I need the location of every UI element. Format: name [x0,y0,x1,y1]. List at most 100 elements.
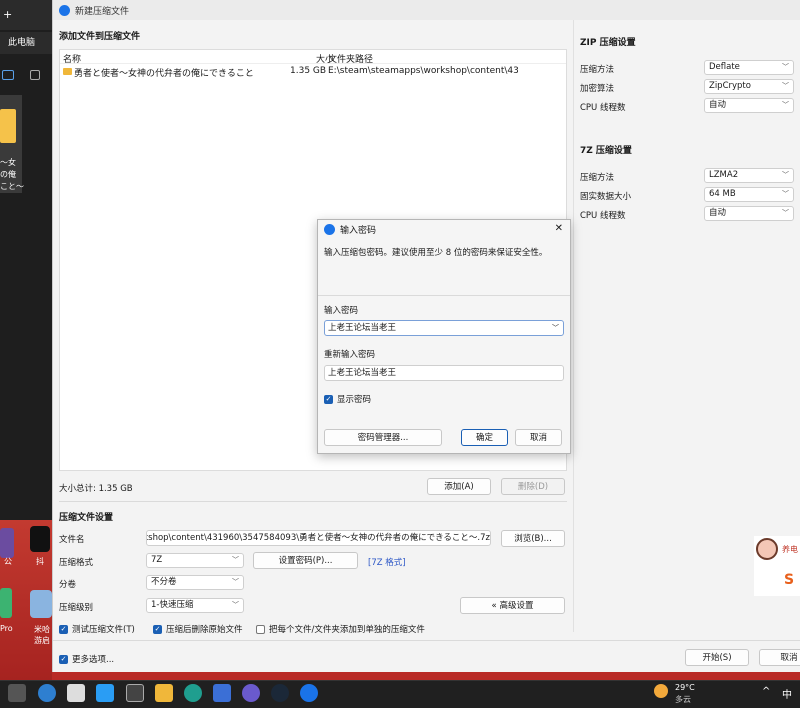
add-button[interactable]: 添加(A) [427,478,491,495]
app-icon[interactable] [242,684,260,702]
7z-solid-select[interactable]: 64 MB ﹀ [704,187,794,202]
7z-method-value: LZMA2 [709,170,739,180]
new-tab-button[interactable]: + [3,8,12,21]
password-value: 上老王论坛当老王 [328,323,397,333]
task-view-icon[interactable] [8,684,26,702]
level-value: 1-快速压缩 [151,600,194,610]
chevron-down-icon: ﹀ [232,578,239,586]
zip-title: ZIP 压缩设置 [580,38,636,48]
dialog-titlebar[interactable]: 输入密码 ✕ [318,220,570,239]
browse-button[interactable]: 浏览(B)... [501,530,565,547]
tray-overflow-icon[interactable]: ^ [762,686,770,697]
app-logo-icon [324,224,335,235]
language-indicator[interactable]: 中 [782,686,792,701]
7z-method-label: 压缩方法 [580,173,615,183]
checkbox-unchecked-icon [256,625,265,634]
total-size: 大小总计: 1.35 GB [59,484,133,494]
cancel-button[interactable]: 取消 [759,649,800,666]
level-select[interactable]: 1-快速压缩 ﹀ [146,598,244,613]
desktop-wallpaper: 公 抖 Pro 米哈游启 [0,520,52,680]
compress-app-icon[interactable] [300,684,318,702]
chevron-down-icon[interactable]: ﹀ [552,321,559,335]
zip-cpu-label: CPU 线程数 [580,103,626,113]
zip-cpu-select[interactable]: 自动 ﹀ [704,98,794,113]
password-input[interactable]: 上老王论坛当老王 ﹀ [324,320,564,336]
window-titlebar[interactable]: 新建压缩文件 [53,0,800,20]
delete-button[interactable]: 删除(D) [501,478,565,495]
7z-cpu-select[interactable]: 自动 ﹀ [704,206,794,221]
row-size: 1.35 GB [290,66,327,76]
format-value: 7Z [151,555,163,565]
temperature[interactable]: 29°C [675,683,695,692]
app-icon[interactable] [67,684,85,702]
dialog-cancel-button[interactable]: 取消 [515,429,562,446]
password-label: 输入密码 [324,306,359,316]
zip-method-value: Deflate [709,62,740,72]
set-password-button[interactable]: 设置密码(P)... [253,552,358,569]
format-link[interactable]: [7Z 格式] [368,556,406,568]
app-icon[interactable] [126,684,144,702]
each-file-checkbox[interactable]: 把每个文件/文件夹添加到单独的压缩文件 [256,623,425,635]
app-icon[interactable] [0,528,14,558]
7z-title: 7Z 压缩设置 [580,146,632,156]
settings-title: 压缩文件设置 [59,513,114,523]
this-pc-crumb[interactable]: 此电脑 [0,32,52,54]
mihoyo-icon[interactable] [30,590,52,618]
password-manager-button[interactable]: 密码管理器... [324,429,442,446]
weather-text[interactable]: 多云 [675,694,691,705]
chevron-down-icon: ﹀ [782,82,789,90]
start-button[interactable]: 开始(S) [685,649,749,666]
advanced-button[interactable]: « 高级设置 [460,597,565,614]
zip-method-label: 压缩方法 [580,65,615,75]
close-icon[interactable]: ✕ [555,223,563,234]
filename-label: 文件名 [59,535,85,545]
7z-method-select[interactable]: LZMA2 ﹀ [704,168,794,183]
split-select[interactable]: 不分卷 ﹀ [146,575,244,590]
list-header: 名称 大小 文件夹路径 [60,50,566,65]
view-icon[interactable] [2,70,14,80]
edge-icon[interactable] [184,684,202,702]
reenter-label: 重新输入密码 [324,350,376,360]
zip-enc-select[interactable]: ZipCrypto ﹀ [704,79,794,94]
col-name[interactable]: 名称 [63,52,81,65]
folder-label: ～女 の俺 こと～ [0,158,24,191]
checkbox-checked-icon: ✓ [59,625,68,634]
show-password-label: 显示密码 [337,395,372,405]
split-label: 分卷 [59,580,77,590]
weather-icon[interactable] [654,684,668,698]
col-path[interactable]: 文件夹路径 [328,52,373,65]
preview-icon[interactable] [30,70,40,80]
folder-icon [0,109,16,143]
cartoon-face-icon [756,538,778,560]
app-icon[interactable] [0,588,12,618]
globe-icon[interactable] [38,684,56,702]
zip-method-select[interactable]: Deflate ﹀ [704,60,794,75]
steam-icon[interactable] [271,684,289,702]
file-explorer-icon[interactable] [155,684,173,702]
delete-after-checkbox[interactable]: ✓ 压缩后删除原始文件 [153,623,243,635]
table-row[interactable]: 勇者と使者～女神の代弁者の俺にできること～ 1.35 GB E:\steam\s… [60,65,566,79]
split-value: 不分卷 [151,577,177,587]
chevron-down-icon: ﹀ [782,101,789,109]
format-select[interactable]: 7Z ﹀ [146,553,244,568]
password-dialog: 输入密码 ✕ 输入压缩包密码。建议使用至少 8 位的密码来保证安全性。 输入密码… [317,219,571,454]
folder-icon [63,68,72,75]
dialog-description: 输入压缩包密码。建议使用至少 8 位的密码来保证安全性。 [324,248,548,258]
more-options-checkbox[interactable]: ✓ 更多选项... [59,653,114,665]
reenter-password-input[interactable]: 上老王论坛当老王 [324,365,564,381]
app-label: 抖 [36,557,44,566]
show-password-checkbox[interactable]: ✓ 显示密码 [324,393,371,405]
test-checkbox[interactable]: ✓ 测试压缩文件(T) [59,623,135,635]
ok-button[interactable]: 确定 [461,429,508,446]
7z-cpu-value: 自动 [709,208,727,218]
app-icon[interactable] [213,684,231,702]
filename-input[interactable]: orkshop\content\431960\3547584093\勇者と使者～… [146,530,491,546]
7z-cpu-label: CPU 线程数 [580,211,626,221]
chat-icon[interactable] [96,684,114,702]
7z-solid-label: 固实数据大小 [580,192,632,202]
dialog-title: 输入密码 [340,226,377,236]
chevron-down-icon: ﹀ [782,171,789,179]
tiktok-icon[interactable] [30,526,50,552]
explorer-tabbar: + [0,0,52,30]
folder-tile[interactable]: ～女 の俺 こと～ [0,95,24,193]
